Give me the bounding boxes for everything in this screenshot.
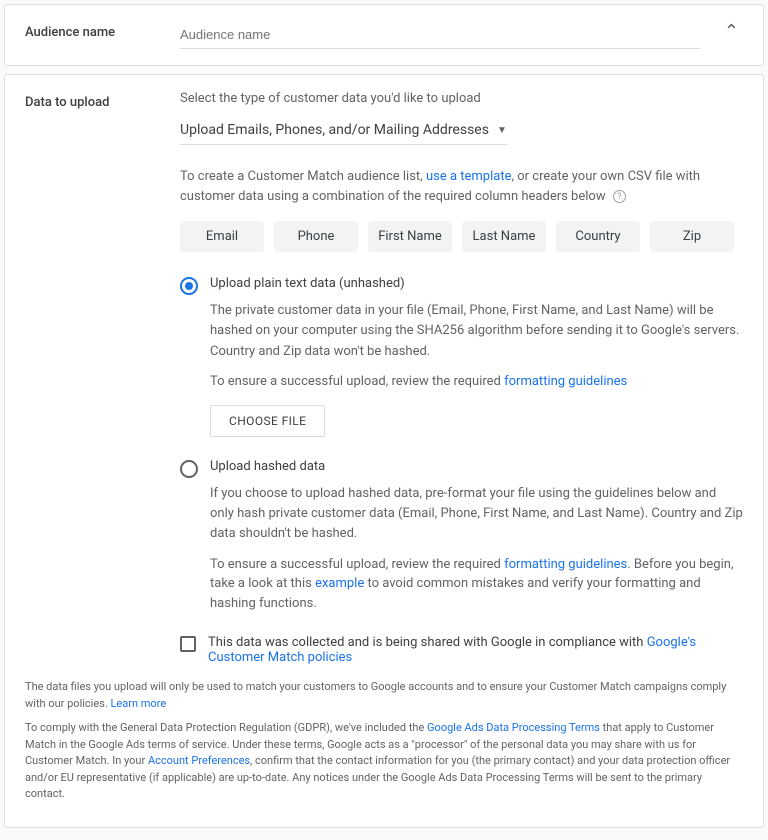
example-link[interactable]: example (315, 576, 364, 591)
dropdown-value: Upload Emails, Phones, and/or Mailing Ad… (180, 122, 489, 138)
use-template-link[interactable]: use a template (426, 169, 512, 184)
radio-plain-hint: To ensure a successful upload, review th… (210, 372, 743, 392)
audience-name-input[interactable] (180, 21, 700, 49)
data-upload-label: Data to upload (25, 91, 180, 110)
radio-hashed-title: Upload hashed data (210, 459, 325, 474)
fine-print-2: To comply with the General Data Protecti… (25, 720, 743, 803)
radio-hashed-hint: To ensure a successful upload, review th… (210, 555, 743, 614)
radio-hashed-desc: If you choose to upload hashed data, pre… (210, 484, 743, 544)
radio-block-hashed: Upload hashed data If you choose to uplo… (180, 459, 743, 613)
data-processing-terms-link[interactable]: Google Ads Data Processing Terms (427, 721, 600, 734)
chip-first-name: First Name (368, 221, 452, 252)
chip-last-name: Last Name (462, 221, 546, 252)
caret-down-icon: ▼ (497, 125, 507, 136)
data-upload-card: Data to upload Select the type of custom… (4, 74, 764, 828)
intro-text: To create a Customer Match audience list… (180, 167, 743, 207)
compliance-text: This data was collected and is being sha… (208, 635, 743, 665)
compliance-checkbox[interactable] (180, 636, 196, 652)
chip-email: Email (180, 221, 264, 252)
radio-block-plain: Upload plain text data (unhashed) The pr… (180, 276, 743, 437)
compliance-row: This data was collected and is being sha… (180, 635, 743, 665)
upload-instruction: Select the type of customer data you'd l… (180, 91, 743, 106)
formatting-guidelines-link-2[interactable]: formatting guidelines (504, 557, 627, 572)
account-preferences-link[interactable]: Account Preferences (148, 754, 250, 767)
radio-plain-desc: The private customer data in your file (… (210, 301, 743, 361)
chip-country: Country (556, 221, 640, 252)
column-chips: Email Phone First Name Last Name Country… (180, 221, 743, 252)
learn-more-link[interactable]: Learn more (111, 697, 167, 710)
radio-plain[interactable] (180, 277, 198, 295)
radio-plain-title: Upload plain text data (unhashed) (210, 276, 405, 291)
audience-name-card: Audience name ⌃ (4, 4, 764, 66)
audience-name-label: Audience name (25, 21, 180, 40)
chip-zip: Zip (650, 221, 734, 252)
choose-file-button[interactable]: CHOOSE FILE (210, 405, 325, 437)
chevron-up-icon: ⌃ (724, 21, 739, 42)
radio-hashed[interactable] (180, 460, 198, 478)
chip-phone: Phone (274, 221, 358, 252)
formatting-guidelines-link-1[interactable]: formatting guidelines (504, 374, 627, 389)
fine-print-1: The data files you upload will only be u… (25, 679, 743, 712)
collapse-toggle[interactable]: ⌃ (720, 21, 743, 42)
help-icon[interactable]: ? (613, 190, 626, 203)
data-type-dropdown[interactable]: Upload Emails, Phones, and/or Mailing Ad… (180, 116, 507, 145)
